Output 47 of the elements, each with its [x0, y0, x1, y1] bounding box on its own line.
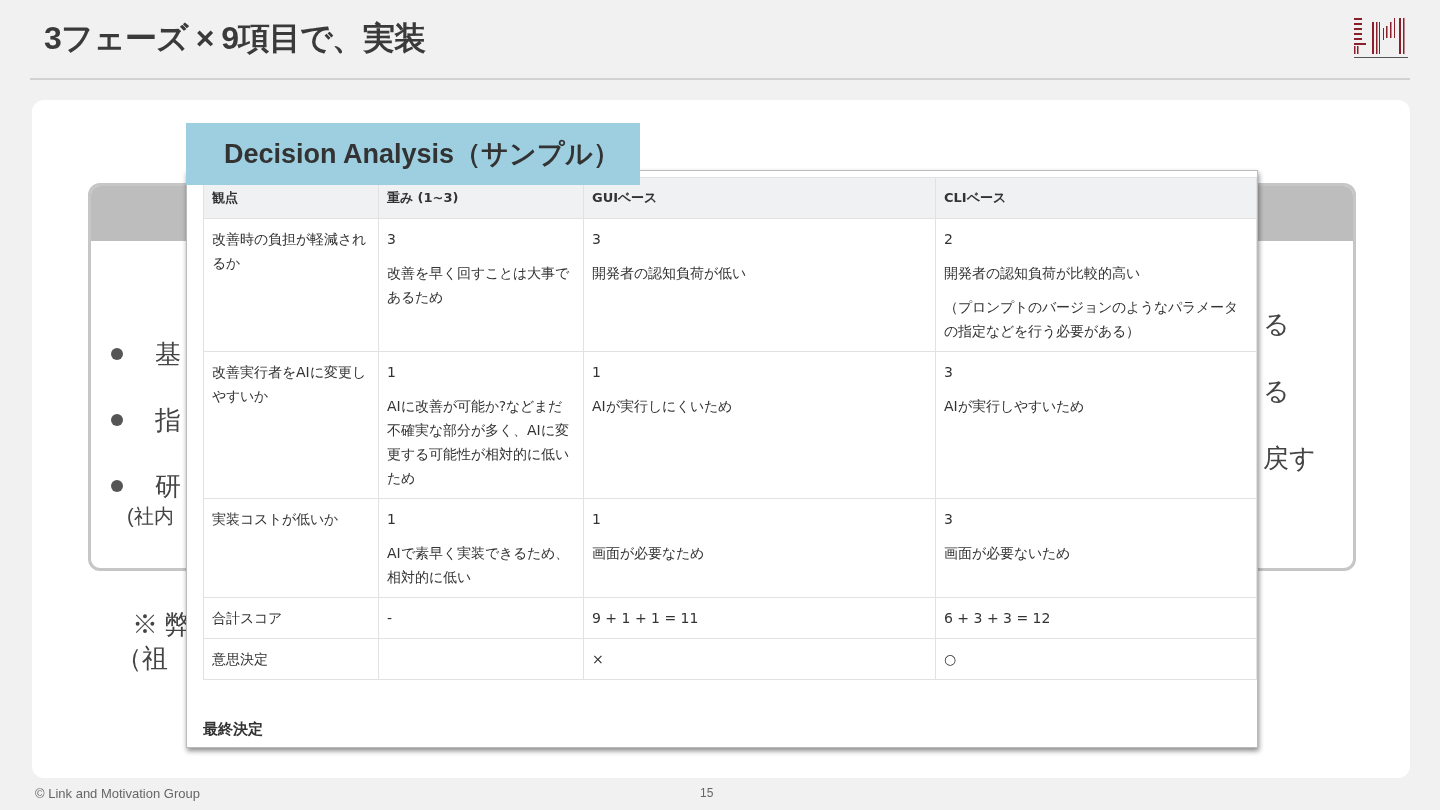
table-cell-text: 1: [592, 510, 602, 529]
table-cell-text: AIで素早く実装できるため、相対的に低い: [387, 544, 570, 587]
table-cell-text: AIに改善が可能か?などまだ不確実な部分が多く、AIに変更する可能性が相対的に低いため: [387, 397, 570, 488]
bullet-icon: [111, 348, 123, 360]
table-cell-text: 2: [944, 230, 954, 249]
bullet-text: 基: [155, 337, 181, 371]
slide-title: 3フェーズ × 9項目で、実装: [44, 19, 426, 58]
table-cell-text: ×: [592, 650, 605, 669]
table-cell-text: 3: [592, 230, 602, 249]
table-cell-text: 3: [944, 510, 954, 529]
table-cell-text: 3: [944, 363, 954, 382]
table-cell-text: 改善時の負担が軽減されるか: [212, 230, 367, 273]
bullet-icon: [111, 480, 123, 492]
table-cell-text: 3: [387, 230, 397, 249]
section-heading: 最終決定: [203, 720, 264, 739]
table-cell-text: 意思決定: [212, 650, 269, 669]
bullet-text: 指: [155, 403, 181, 437]
table-cell-text: 改善実行者をAIに変更しやすいか: [212, 363, 367, 406]
table-cell-text: 1: [387, 510, 397, 529]
table-cell-text: AIが実行しにくいため: [592, 397, 733, 416]
table-cell-text: -: [387, 609, 394, 628]
table-cell-text: 9 + 1 + 1 = 11: [592, 609, 700, 628]
bullet-icon: [111, 414, 123, 426]
table-cell-text: 実装コストが低いか: [212, 510, 339, 529]
note-text: （祖: [116, 642, 168, 675]
table-cell-text: 画面が必要なため: [592, 544, 705, 563]
table-cell-text: 合計スコア: [212, 609, 283, 628]
bullet-text: る: [1263, 309, 1290, 339]
page-number: 15: [699, 786, 714, 800]
table-cell-text: 6 + 3 + 3 = 12: [944, 609, 1052, 628]
table-cell-text: 改善を早く回すことは大事であるため: [387, 264, 570, 307]
bullet-text: る: [1263, 376, 1290, 406]
table-cell-text: 1: [387, 363, 397, 382]
bullet-text: 研: [155, 469, 181, 503]
bullet-text: 戻す: [1263, 443, 1316, 473]
table-cell-text: 開発者の認知負荷が比較的高い: [944, 264, 1141, 283]
table-cell-text: （プロンプトのバージョンのようなパラメータの指定などを行う必要がある）: [944, 298, 1239, 341]
copyright-text: © Link and Motivation Group: [35, 785, 200, 801]
panel-label: Decision Analysis（サンプル）: [186, 123, 640, 185]
table-cell-text: ○: [944, 650, 958, 669]
column-header: GUIベース: [583, 177, 936, 219]
table-cell-text: 開発者の認知負荷が低い: [592, 264, 747, 283]
table-cell-text: 1: [592, 363, 602, 382]
table-cell-text: AIが実行しやすいため: [944, 397, 1085, 416]
column-header: CLIベース: [935, 177, 1257, 219]
table-cell-text: 画面が必要ないため: [944, 544, 1071, 563]
bullet-note: (社内: [127, 505, 174, 527]
